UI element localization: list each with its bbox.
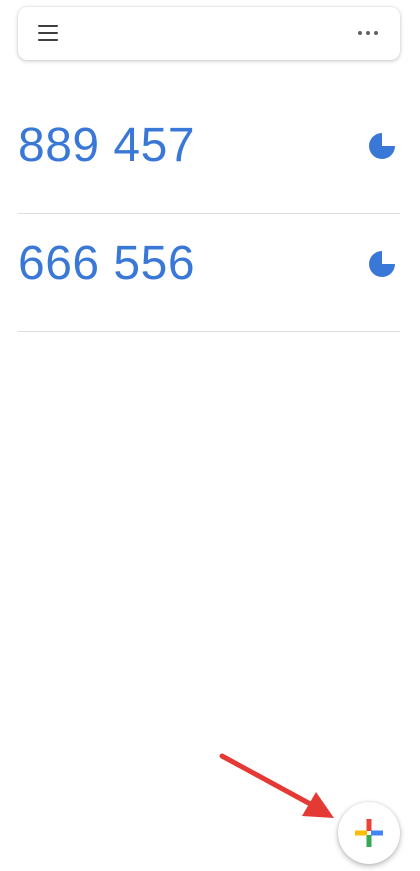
countdown-timer-icon: [369, 251, 395, 277]
add-account-button[interactable]: [338, 802, 400, 864]
code-list: 889 457 666 556: [18, 96, 400, 332]
add-plus-icon: [355, 819, 383, 847]
code-item[interactable]: 889 457: [18, 96, 400, 214]
countdown-timer-icon: [369, 133, 395, 159]
code-item[interactable]: 666 556: [18, 214, 400, 332]
app-bar: [18, 7, 400, 60]
hamburger-menu-icon[interactable]: [38, 25, 60, 42]
countdown-timer-pie: [369, 133, 395, 159]
otp-code[interactable]: 889 457: [18, 118, 195, 174]
pointer-arrow-icon: [219, 753, 334, 818]
more-options-icon[interactable]: [358, 27, 380, 39]
otp-code[interactable]: 666 556: [18, 236, 195, 292]
countdown-timer-pie: [369, 251, 395, 277]
